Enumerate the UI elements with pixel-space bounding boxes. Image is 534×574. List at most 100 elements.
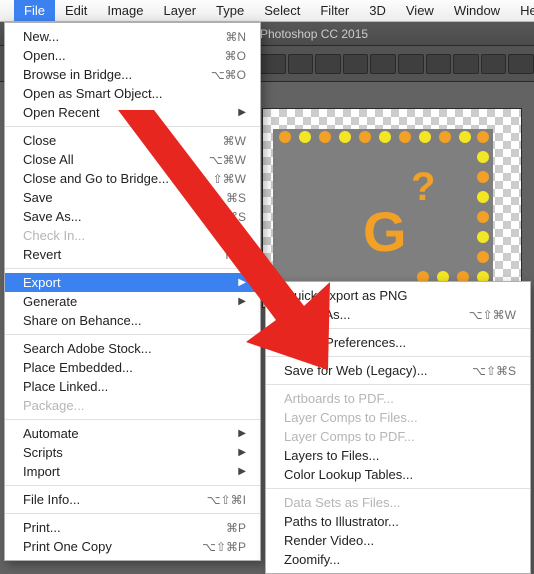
file-menu-item[interactable]: Browse in Bridge...⌥⌘O bbox=[5, 65, 260, 84]
menu-item-label: Export Preferences... bbox=[284, 335, 516, 350]
file-menu-item[interactable]: Close⌘W bbox=[5, 131, 260, 150]
toolbar-button[interactable] bbox=[508, 54, 534, 74]
menu-item-shortcut: ⇧⌘S bbox=[186, 210, 246, 224]
file-menu-item[interactable]: RevertF12 bbox=[5, 245, 260, 264]
submenu-chevron-icon: ▶ bbox=[237, 277, 246, 288]
menu-item-label: Color Lookup Tables... bbox=[284, 467, 516, 482]
menu-item-shortcut: ⌘P bbox=[186, 521, 246, 535]
canvas[interactable]: ? G bbox=[262, 108, 522, 308]
menu-item-label: New... bbox=[23, 29, 186, 44]
export-menu-item[interactable]: Save for Web (Legacy)...⌥⇧⌘S bbox=[266, 361, 530, 380]
menu-item-label: Layers to Files... bbox=[284, 448, 516, 463]
toolbar-button[interactable] bbox=[398, 54, 424, 74]
file-menu-item[interactable]: Search Adobe Stock... bbox=[5, 339, 260, 358]
export-menu-item[interactable]: Export As...⌥⇧⌘W bbox=[266, 305, 530, 324]
file-menu-item[interactable]: Close and Go to Bridge...⇧⌘W bbox=[5, 169, 260, 188]
export-menu-item[interactable]: Color Lookup Tables... bbox=[266, 465, 530, 484]
file-menu-item[interactable]: Save⌘S bbox=[5, 188, 260, 207]
menu-item-label: Data Sets as Files... bbox=[284, 495, 516, 510]
toolbar-button[interactable] bbox=[343, 54, 369, 74]
toolbar-button[interactable] bbox=[370, 54, 396, 74]
menu-item-shortcut: F12 bbox=[186, 248, 246, 262]
menu-item-label: Browse in Bridge... bbox=[23, 67, 186, 82]
menu-help[interactable]: He bbox=[510, 0, 534, 21]
menu-item-label: Save bbox=[23, 190, 186, 205]
export-menu-item: Artboards to PDF... bbox=[266, 389, 530, 408]
menu-filter[interactable]: Filter bbox=[310, 0, 359, 21]
g-glyph: G bbox=[363, 199, 405, 264]
file-menu-item[interactable]: Export ▶ bbox=[5, 273, 260, 292]
file-menu-item[interactable]: Open Recent▶ bbox=[5, 103, 260, 122]
file-menu-item[interactable]: Place Linked... bbox=[5, 377, 260, 396]
file-menu-item[interactable]: Import ▶ bbox=[5, 462, 260, 481]
menu-item-label: Export bbox=[23, 275, 229, 290]
menu-separator bbox=[266, 356, 530, 357]
file-menu-item[interactable]: Automate▶ bbox=[5, 424, 260, 443]
file-menu-item[interactable]: Open...⌘O bbox=[5, 46, 260, 65]
menu-item-shortcut: ⌥⇧⌘P bbox=[186, 540, 246, 554]
menu-item-label: Check In... bbox=[23, 228, 246, 243]
export-menu-item[interactable]: Layers to Files... bbox=[266, 446, 530, 465]
export-menu-item[interactable]: Quick Export as PNG bbox=[266, 286, 530, 305]
export-menu-item: Layer Comps to PDF... bbox=[266, 427, 530, 446]
submenu-chevron-icon: ▶ bbox=[237, 296, 246, 307]
file-menu-item[interactable]: Place Embedded... bbox=[5, 358, 260, 377]
menu-item-label: Quick Export as PNG bbox=[284, 288, 516, 303]
menu-item-label: Paths to Illustrator... bbox=[284, 514, 516, 529]
menu-item-shortcut: ⌥⌘W bbox=[186, 153, 246, 167]
menu-item-shortcut: ⌘N bbox=[186, 30, 246, 44]
menu-item-label: Revert bbox=[23, 247, 186, 262]
file-menu-item[interactable]: Print One Copy⌥⇧⌘P bbox=[5, 537, 260, 556]
menu-3d[interactable]: 3D bbox=[359, 0, 396, 21]
question-glyph: ? bbox=[411, 165, 435, 210]
submenu-chevron-icon: ▶ bbox=[237, 466, 246, 477]
menu-separator bbox=[5, 485, 260, 486]
menu-item-shortcut: ⌘O bbox=[186, 49, 246, 63]
export-submenu: Quick Export as PNG Export As...⌥⇧⌘W Expor… bbox=[265, 281, 531, 574]
menu-edit[interactable]: Edit bbox=[55, 0, 97, 21]
file-menu-item[interactable]: Save As...⇧⌘S bbox=[5, 207, 260, 226]
menu-item-shortcut: ⌘S bbox=[186, 191, 246, 205]
menu-view[interactable]: View bbox=[396, 0, 444, 21]
menu-type[interactable]: Type bbox=[206, 0, 254, 21]
menu-select[interactable]: Select bbox=[254, 0, 310, 21]
menu-item-label: Zoomify... bbox=[284, 552, 516, 567]
menu-separator bbox=[5, 334, 260, 335]
export-menu-item: Layer Comps to Files... bbox=[266, 408, 530, 427]
menu-item-label: Artboards to PDF... bbox=[284, 391, 516, 406]
toolbar-button[interactable] bbox=[453, 54, 479, 74]
export-menu-item[interactable]: Zoomify... bbox=[266, 550, 530, 569]
menu-separator bbox=[266, 328, 530, 329]
file-menu-item[interactable]: Print...⌘P bbox=[5, 518, 260, 537]
export-menu-item[interactable]: Export Preferences... bbox=[266, 333, 530, 352]
toolbar-button[interactable] bbox=[288, 54, 314, 74]
export-menu-item[interactable]: Paths to Illustrator... bbox=[266, 512, 530, 531]
menu-item-label: Close and Go to Bridge... bbox=[23, 171, 186, 186]
menu-item-label: Place Embedded... bbox=[23, 360, 246, 375]
menu-image[interactable]: Image bbox=[97, 0, 153, 21]
menu-file[interactable]: File bbox=[14, 0, 55, 21]
export-menu-item[interactable]: Render Video... bbox=[266, 531, 530, 550]
menu-item-label: Print... bbox=[23, 520, 186, 535]
menu-layer[interactable]: Layer bbox=[154, 0, 207, 21]
menu-item-label: Import bbox=[23, 464, 229, 479]
toolbar-button[interactable] bbox=[481, 54, 507, 74]
menu-item-label: Open as Smart Object... bbox=[23, 86, 246, 101]
file-menu-item[interactable]: Close All⌥⌘W bbox=[5, 150, 260, 169]
menu-item-label: Package... bbox=[23, 398, 246, 413]
file-menu-item[interactable]: New...⌘N bbox=[5, 27, 260, 46]
toolbar-button[interactable] bbox=[315, 54, 341, 74]
toolbar-button[interactable] bbox=[260, 54, 286, 74]
file-menu-item[interactable]: Generate▶ bbox=[5, 292, 260, 311]
file-menu-item[interactable]: File Info...⌥⇧⌘I bbox=[5, 490, 260, 509]
menu-item-label: Automate bbox=[23, 426, 229, 441]
toolbar-button[interactable] bbox=[426, 54, 452, 74]
file-menu-item: Package... bbox=[5, 396, 260, 415]
file-menu-item[interactable]: Scripts▶ bbox=[5, 443, 260, 462]
file-menu-item[interactable]: Open as Smart Object... bbox=[5, 84, 260, 103]
file-menu-item[interactable]: Share on Behance... bbox=[5, 311, 260, 330]
menu-separator bbox=[5, 513, 260, 514]
menu-item-shortcut: ⌥⇧⌘W bbox=[456, 308, 516, 322]
menu-item-label: Save As... bbox=[23, 209, 186, 224]
menu-window[interactable]: Window bbox=[444, 0, 510, 21]
